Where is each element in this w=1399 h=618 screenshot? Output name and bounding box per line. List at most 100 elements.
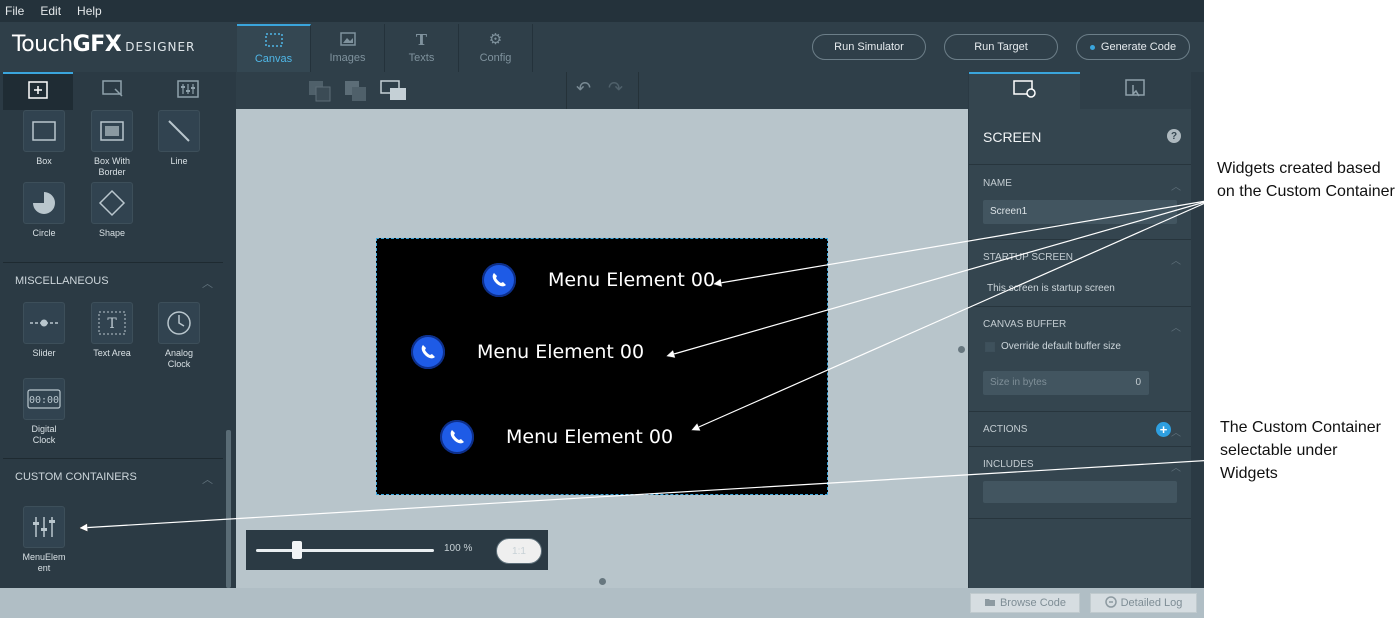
send-backward-icon[interactable] [344, 80, 366, 101]
left-panel-scrollbar[interactable] [226, 430, 231, 588]
redo-icon[interactable]: ↷ [608, 78, 623, 99]
widget-analog-clock-label: Analog Clock [164, 348, 194, 369]
menu-file[interactable]: File [5, 4, 24, 18]
add-action-button[interactable]: + [1156, 422, 1171, 437]
chevron-up-icon[interactable]: ︿ [1171, 424, 1181, 439]
includes-input[interactable] [983, 481, 1177, 503]
tab-interactions[interactable] [1080, 72, 1191, 109]
widget-slider[interactable]: Slider [14, 302, 74, 359]
run-target-label: Run Target [974, 41, 1028, 53]
resize-handle-right[interactable] [958, 346, 965, 353]
section-miscellaneous[interactable]: MISCELLANEOUS ︿ [3, 262, 223, 298]
buffer-size-input[interactable]: Size in bytes 0 [983, 371, 1149, 395]
chevron-up-icon[interactable]: ︿ [1171, 178, 1181, 193]
add-widget-icon [28, 80, 48, 104]
run-simulator-label: Run Simulator [834, 41, 904, 53]
tab-select-widget[interactable] [78, 72, 148, 110]
menu-element-text: Menu Element 00 [506, 426, 674, 448]
app-logo: TouchGFX DESIGNER [12, 32, 195, 57]
properties-title: SCREEN [983, 129, 1042, 145]
shape-icon [91, 182, 133, 224]
widget-text-area[interactable]: T Text Area [82, 302, 142, 359]
tab-add-widget[interactable] [3, 72, 73, 110]
menu-element-3[interactable]: Menu Element 00 [440, 420, 673, 454]
widget-box-with-border[interactable]: Box With Border [82, 110, 142, 178]
canvas-area[interactable]: Menu Element 00 Menu Element 00 Menu Ele… [236, 109, 968, 588]
resize-handle-bottom[interactable] [599, 578, 606, 585]
box-with-border-icon [91, 110, 133, 152]
tab-texts[interactable]: T Texts [385, 24, 459, 72]
logo-bold: GFX [72, 32, 122, 57]
tab-canvas-label: Canvas [254, 53, 293, 65]
help-icon[interactable]: ? [1167, 129, 1181, 143]
override-buffer-checkbox[interactable]: Override default buffer size [985, 341, 1121, 352]
widget-circle[interactable]: Circle [14, 182, 74, 239]
tab-config-label: Config [479, 52, 512, 64]
zoom-value: 100 % [444, 543, 473, 554]
section-buffer-title: CANVAS BUFFER [983, 319, 1067, 330]
screen-canvas[interactable]: Menu Element 00 Menu Element 00 Menu Ele… [376, 238, 828, 495]
undo-icon[interactable]: ↶ [576, 78, 591, 99]
widget-shape[interactable]: Shape [82, 182, 142, 239]
widget-library-panel: Box Box With Border Line Circle Shape MI… [3, 110, 223, 588]
align-icon[interactable] [380, 80, 406, 100]
zoom-reset-label: 1:1 [512, 545, 526, 557]
screen-settings-icon [1012, 79, 1037, 104]
widget-box[interactable]: Box [14, 110, 74, 167]
widget-shape-label: Shape [98, 228, 126, 238]
widget-line[interactable]: Line [149, 110, 209, 167]
sliders-icon [177, 79, 199, 103]
widget-digital-clock[interactable]: 00:00 Digital Clock [14, 378, 74, 446]
generate-code-button[interactable]: Generate Code [1076, 34, 1190, 60]
screen-name-input[interactable]: Screen1 [983, 200, 1177, 224]
screen-name-value: Screen1 [990, 206, 1028, 217]
zoom-slider-thumb[interactable] [291, 541, 302, 559]
tab-screen-properties[interactable] [969, 72, 1080, 109]
phone-icon [482, 263, 516, 297]
widget-digital-clock-label: Digital Clock [31, 424, 57, 445]
widget-circle-label: Circle [32, 228, 56, 238]
status-dot-icon [1089, 44, 1095, 50]
zoom-reset-button[interactable]: 1:1 [496, 538, 542, 564]
buffer-size-value: 0 [1135, 377, 1141, 388]
right-panel-scrollbar[interactable] [1193, 109, 1200, 588]
section-startup-screen: STARTUP SCREEN ︿ This screen is startup … [969, 240, 1191, 307]
section-custom-containers[interactable]: CUSTOM CONTAINERS ︿ [3, 458, 223, 494]
chevron-up-icon[interactable]: ︿ [1171, 252, 1181, 267]
section-includes: INCLUDES ︿ [969, 447, 1191, 519]
menu-edit[interactable]: Edit [40, 4, 61, 18]
select-widget-icon [102, 79, 124, 103]
tab-texts-label: Texts [408, 52, 435, 64]
phone-icon [411, 335, 445, 369]
widget-text-area-label: Text Area [93, 348, 131, 358]
tab-canvas[interactable]: Canvas [237, 24, 311, 72]
svg-text:00:00: 00:00 [29, 395, 59, 406]
canvas-toolbar: ↶ ↷ [236, 72, 968, 109]
tab-images[interactable]: Images [311, 24, 385, 72]
detailed-log-label: Detailed Log [1120, 597, 1183, 609]
phone-icon [440, 420, 474, 454]
menu-element-2[interactable]: Menu Element 00 [411, 335, 644, 369]
section-miscellaneous-title: MISCELLANEOUS [15, 274, 109, 287]
detailed-log-button[interactable]: Detailed Log [1090, 593, 1197, 613]
widget-analog-clock[interactable]: Analog Clock [149, 302, 209, 370]
zoom-slider-track[interactable] [256, 549, 434, 552]
tab-config[interactable]: ⚙ Config [459, 24, 533, 72]
widget-menu-element[interactable]: MenuElem ent [14, 506, 74, 574]
text-area-icon: T [91, 302, 133, 344]
menu-help[interactable]: Help [77, 4, 102, 18]
bring-forward-icon[interactable] [308, 80, 331, 102]
left-panel-tabs [3, 72, 223, 110]
run-simulator-button[interactable]: Run Simulator [812, 34, 926, 60]
run-target-button[interactable]: Run Target [944, 34, 1058, 60]
section-canvas-buffer: CANVAS BUFFER ︿ Override default buffer … [969, 307, 1191, 412]
menu-element-1[interactable]: Menu Element 00 [482, 263, 715, 297]
chevron-up-icon[interactable]: ︿ [1171, 459, 1181, 474]
chevron-up-icon: ︿ [202, 474, 213, 486]
menubar: File Edit Help [0, 0, 1204, 22]
digital-clock-icon: 00:00 [23, 378, 65, 420]
properties-header: SCREEN ? [969, 109, 1191, 165]
tab-widget-properties[interactable] [153, 72, 223, 110]
browse-code-button[interactable]: Browse Code [970, 593, 1080, 613]
chevron-up-icon[interactable]: ︿ [1171, 319, 1181, 334]
